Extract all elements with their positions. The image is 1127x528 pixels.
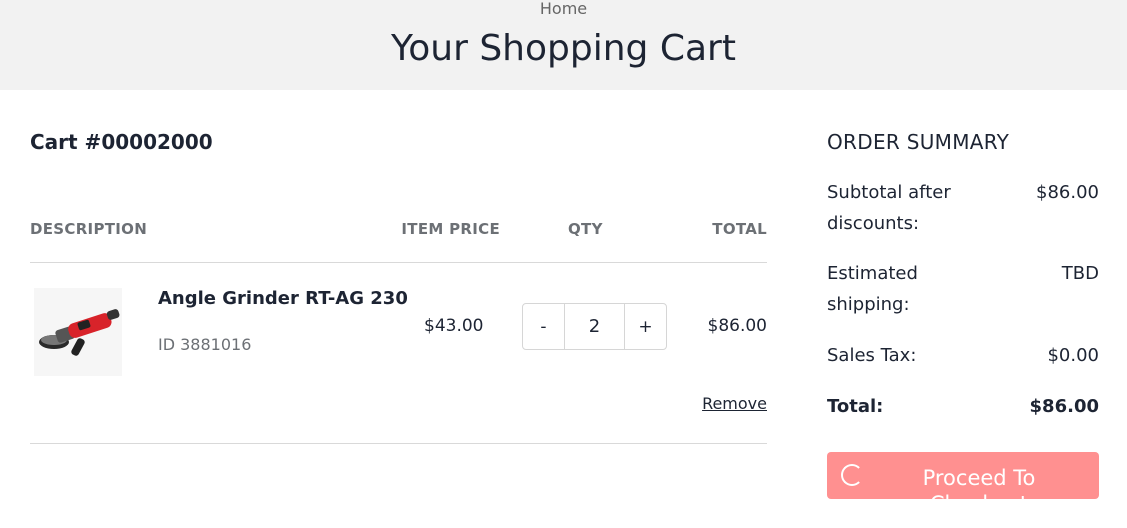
- product-id: ID 3881016: [158, 335, 252, 354]
- column-header-item-price: ITEM PRICE: [401, 220, 500, 238]
- proceed-button-label: Proceed To Checkout: [922, 466, 1036, 499]
- breadcrumb: Home: [0, 0, 1127, 18]
- shipping-label: Estimated shipping:: [827, 263, 918, 315]
- angle-grinder-image[interactable]: [34, 288, 122, 376]
- product-name[interactable]: Angle Grinder RT-AG 230: [158, 288, 408, 309]
- tax-value: $0.00: [1047, 345, 1099, 366]
- item-price: $43.00: [424, 316, 484, 336]
- row-divider-bottom: [30, 443, 767, 444]
- quantity-stepper: - 2 +: [522, 303, 667, 350]
- shipping-value: TBD: [1061, 263, 1099, 284]
- loading-spinner-icon: [841, 464, 863, 486]
- order-summary: ORDER SUMMARY Subtotal after discounts: …: [827, 130, 1099, 417]
- row-divider: [30, 262, 767, 263]
- quantity-increase-button[interactable]: +: [625, 304, 666, 349]
- column-header-qty: QTY: [568, 220, 603, 238]
- quantity-input[interactable]: 2: [564, 304, 625, 349]
- quantity-decrease-button[interactable]: -: [523, 304, 564, 349]
- column-header-description: DESCRIPTION: [30, 220, 148, 238]
- subtotal-label: Subtotal after discounts:: [827, 182, 951, 234]
- total-value: $86.00: [1029, 396, 1099, 417]
- order-summary-title: ORDER SUMMARY: [827, 130, 1010, 154]
- breadcrumb-home-link[interactable]: Home: [540, 0, 587, 18]
- page-header: Home Your Shopping Cart: [0, 0, 1127, 90]
- subtotal-value: $86.00: [1036, 182, 1099, 203]
- cart-table-header: DESCRIPTION ITEM PRICE QTY TOTAL: [30, 220, 767, 240]
- tax-label: Sales Tax:: [827, 345, 917, 366]
- column-header-total: TOTAL: [712, 220, 767, 238]
- item-total: $86.00: [707, 316, 767, 336]
- remove-item-link[interactable]: Remove: [702, 394, 767, 413]
- total-label: Total:: [827, 396, 884, 417]
- cart-title: Cart #00002000: [30, 130, 213, 154]
- page-title: Your Shopping Cart: [391, 28, 736, 69]
- proceed-to-checkout-button[interactable]: Proceed To Checkout: [827, 452, 1099, 499]
